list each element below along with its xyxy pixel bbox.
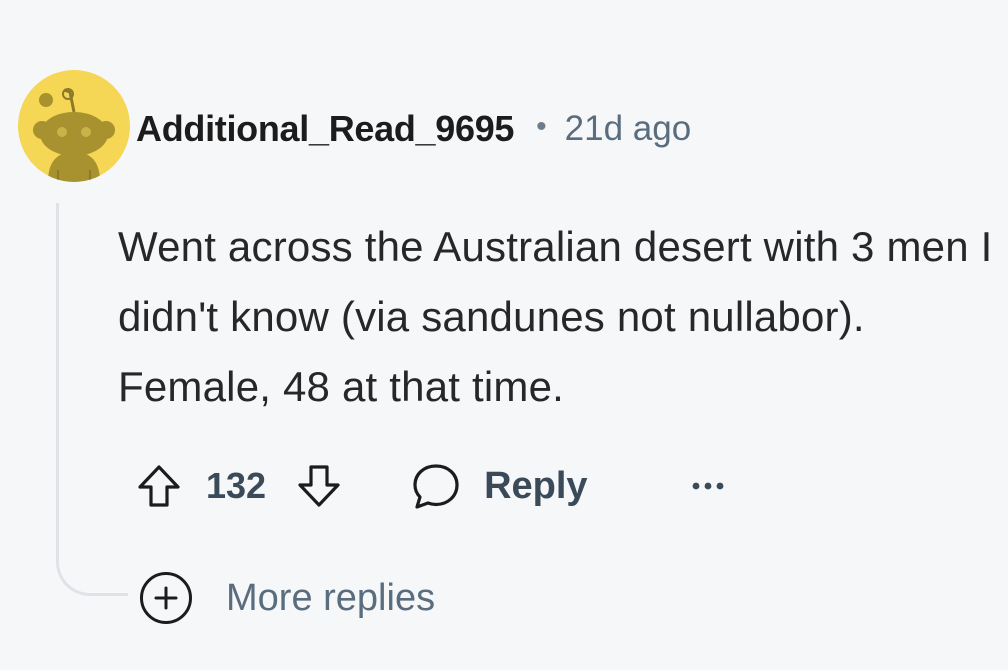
comment-header: Additional_Read_9695 • 21d ago [136,104,691,154]
reply-button[interactable]: Reply [410,460,588,512]
arrow-down-icon [298,465,340,507]
meta-separator: • [536,110,547,143]
plus-circle-icon [140,572,192,624]
author-username[interactable]: Additional_Read_9695 [136,108,514,150]
upvote-button[interactable] [128,456,190,516]
more-replies-button[interactable]: More replies [140,570,435,626]
arrow-up-icon [138,465,180,507]
comment-text: Went across the Australian desert with 3… [118,223,993,410]
more-options-button[interactable] [688,466,728,506]
snoo-avatar-icon [33,88,115,182]
comment-timestamp[interactable]: 21d ago [565,109,692,149]
ellipsis-icon [692,482,723,490]
vote-score: 132 [206,465,267,506]
thread-line[interactable] [56,203,59,543]
reply-label: Reply [484,464,588,507]
thread-connector [56,530,128,596]
more-replies-label: More replies [226,576,436,619]
downvote-button[interactable] [288,456,350,516]
avatar[interactable] [18,70,130,182]
comment-container: Additional_Read_9695 • 21d ago Went acro… [0,0,1008,670]
speech-bubble-icon [413,464,459,509]
action-bar: 132 Reply [128,456,728,516]
